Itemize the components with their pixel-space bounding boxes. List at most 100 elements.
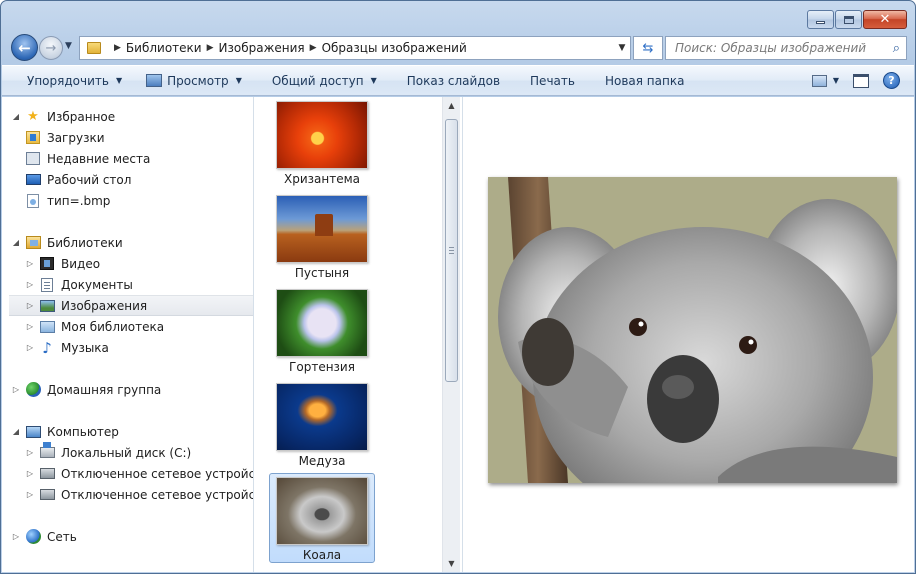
collapse-icon[interactable]: ◢ (11, 238, 21, 247)
expand-icon[interactable]: ▷ (11, 385, 21, 394)
tree-music[interactable]: ▷ ♪ Музыка (25, 337, 109, 358)
computer-icon (25, 424, 41, 440)
tree-label: Библиотеки (47, 235, 123, 250)
search-icon[interactable]: ⌕ (893, 41, 900, 56)
expand-icon[interactable]: ▷ (25, 280, 35, 289)
search-box[interactable]: ⌕ (665, 36, 907, 60)
close-button[interactable]: ✕ (863, 10, 907, 29)
expand-icon[interactable]: ▷ (25, 322, 35, 331)
chevron-right-icon[interactable]: ▶ (114, 43, 121, 53)
folder-icon (87, 42, 101, 54)
preview-pane (464, 97, 914, 572)
desktop-icon (25, 172, 41, 188)
downloads-folder-icon (25, 130, 41, 146)
forward-button[interactable]: → (39, 36, 63, 60)
maximize-icon (843, 15, 854, 24)
navigation-pane: ◢ ★ Избранное Загрузки Недавние места Ра… (2, 97, 254, 572)
thumbnail-hydrangea (276, 289, 368, 357)
slideshow-button[interactable]: Показ слайдов (389, 66, 512, 95)
local-disk-icon (39, 442, 55, 461)
tree-images[interactable]: ▷ Изображения (9, 295, 253, 316)
search-input[interactable] (675, 41, 893, 55)
tree-network-drive-2[interactable]: ▷ Отключенное сетевое устройство ( (25, 484, 253, 505)
expand-icon[interactable]: ▷ (25, 490, 35, 499)
minimize-button[interactable] (807, 10, 834, 29)
scroll-thumb[interactable] (445, 119, 458, 382)
tree-label: Компьютер (47, 424, 119, 439)
saved-search-icon (25, 193, 41, 209)
tree-favorites[interactable]: ◢ ★ Избранное (11, 106, 115, 127)
address-bar[interactable]: ▶ Библиотеки ▶ Изображения ▶ Образцы изо… (79, 36, 631, 60)
scroll-down-icon[interactable]: ▼ (443, 555, 460, 572)
expand-icon[interactable]: ▷ (25, 469, 35, 478)
tree-my-library[interactable]: ▷ Моя библиотека (25, 316, 164, 337)
share-label: Общий доступ (271, 73, 364, 88)
preview-icon (146, 74, 163, 87)
thumbnail-koala (276, 477, 368, 545)
change-view-icon[interactable] (811, 74, 827, 87)
tree-label: Музыка (61, 340, 109, 355)
tree-recent-places[interactable]: Недавние места (25, 148, 150, 169)
tree-documents[interactable]: ▷ Документы (25, 274, 133, 295)
print-button[interactable]: Печать (512, 66, 587, 95)
tree-desktop[interactable]: Рабочий стол (25, 169, 131, 190)
maximize-button[interactable] (835, 10, 862, 29)
homegroup-icon (25, 382, 41, 398)
tree-local-disk[interactable]: ▷ Локальный диск (C:) (25, 442, 191, 463)
back-button[interactable]: ← (11, 34, 38, 61)
tree-label: Рабочий стол (47, 172, 132, 187)
tree-homegroup[interactable]: ▷ Домашняя группа (11, 379, 161, 400)
tree-network-drive-1[interactable]: ▷ Отключенное сетевое устройство ( (25, 463, 254, 484)
tree-downloads[interactable]: Загрузки (25, 127, 105, 148)
file-name: Гортензия (289, 360, 355, 374)
tree-saved-search[interactable]: тип=.bmp (25, 190, 110, 211)
address-dropdown-icon[interactable]: ▼ (614, 43, 630, 53)
breadcrumb-sample-pictures[interactable]: Образцы изображений (322, 41, 467, 55)
scroll-up-icon[interactable]: ▲ (443, 97, 460, 114)
share-button[interactable]: Общий доступ ▼ (254, 66, 389, 95)
explorer-window: ✕ ← → ▼ ▶ Библиотеки ▶ Изображения ▶ Обр… (0, 0, 916, 574)
file-name: Коала (302, 548, 342, 562)
breadcrumb-images[interactable]: Изображения (219, 41, 305, 55)
expand-icon[interactable]: ▷ (25, 448, 35, 457)
new-folder-button[interactable]: Новая папка (587, 66, 696, 95)
view-label: Просмотр (167, 73, 229, 88)
tree-label: Избранное (47, 109, 116, 124)
refresh-button[interactable]: ⇆ (633, 36, 663, 60)
tree-libraries[interactable]: ◢ Библиотеки (11, 232, 123, 253)
vertical-scrollbar[interactable]: ▲ ▼ (442, 97, 460, 572)
video-library-icon (39, 256, 55, 272)
file-item[interactable]: Хризантема (269, 97, 375, 187)
breadcrumb-libraries[interactable]: Библиотеки (126, 41, 202, 55)
file-item-selected[interactable]: Коала (269, 473, 375, 563)
expand-icon[interactable]: ▷ (25, 259, 35, 268)
expand-icon[interactable]: ▷ (25, 343, 35, 352)
back-arrow-icon: ← (18, 38, 31, 57)
file-item[interactable]: Медуза (269, 379, 375, 469)
tree-label: тип=.bmp (47, 193, 111, 208)
help-icon[interactable]: ? (883, 72, 900, 89)
disconnected-drive-icon (39, 466, 55, 482)
tree-label: Локальный диск (C:) (61, 445, 192, 460)
tree-label: Отключенное сетевое устройство ( (61, 466, 254, 481)
chevron-right-icon[interactable]: ▶ (207, 43, 214, 53)
tree-label: Сеть (47, 529, 77, 544)
network-icon (25, 529, 41, 545)
chevron-right-icon[interactable]: ▶ (310, 43, 317, 53)
tree-computer[interactable]: ◢ Компьютер (11, 421, 119, 442)
chevron-down-icon[interactable]: ▼ (833, 76, 839, 85)
organize-button[interactable]: Упорядочить ▼ (2, 66, 134, 95)
tree-network[interactable]: ▷ Сеть (11, 526, 77, 547)
expand-icon[interactable]: ▷ (11, 532, 21, 541)
file-item[interactable]: Гортензия (269, 285, 375, 375)
preview-pane-icon[interactable] (853, 73, 869, 88)
view-button[interactable]: Просмотр ▼ (134, 66, 254, 95)
recent-pages-button[interactable]: ▼ (65, 41, 72, 51)
expand-icon[interactable]: ▷ (25, 301, 35, 310)
file-item[interactable]: Пустыня (269, 191, 375, 281)
collapse-icon[interactable]: ◢ (11, 427, 21, 436)
libraries-icon (25, 235, 41, 251)
collapse-icon[interactable]: ◢ (11, 112, 21, 121)
tree-video[interactable]: ▷ Видео (25, 253, 100, 274)
grip-icon (449, 247, 454, 254)
